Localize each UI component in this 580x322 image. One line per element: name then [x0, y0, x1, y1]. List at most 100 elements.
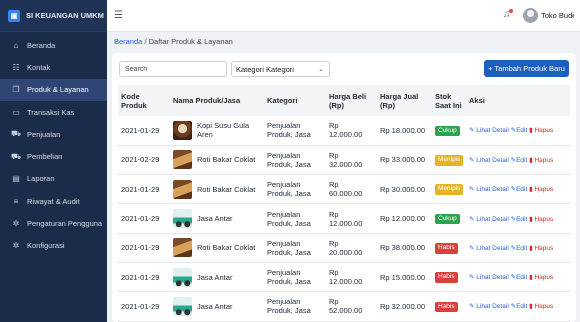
edit-link[interactable]: ✎Edit	[511, 127, 528, 134]
edit-label: Edit	[516, 274, 528, 282]
delete-link[interactable]: ▮ Hapus	[529, 303, 553, 310]
edit-link[interactable]: ✎Edit	[511, 216, 528, 223]
selling-price: Rp 12.000.00	[377, 203, 432, 234]
stock-badge: Menipis	[435, 184, 464, 195]
column-header: Stok Saat Ini	[432, 85, 466, 116]
delete-link[interactable]: ▮ Hapus	[529, 216, 553, 223]
product-name-cell: Jasa Antar	[170, 291, 264, 322]
edit-link[interactable]: ✎Edit	[511, 245, 528, 252]
user-name[interactable]: Toko Budi	[541, 11, 574, 20]
product-name-cell: Roti Bakar Coklat	[170, 174, 264, 205]
view-detail-link[interactable]: ✎ Lihat Detail	[469, 186, 509, 193]
view-detail-label: Lihat Detail	[476, 127, 509, 135]
delete-label: Hapus	[534, 274, 554, 282]
edit-link[interactable]: ✎Edit	[511, 157, 528, 164]
product-name-cell: Jasa Antar	[170, 203, 264, 234]
product-code: 2021-02-29	[118, 145, 170, 176]
product-name: Kopi Susu Gula Aren	[197, 121, 250, 140]
add-product-button[interactable]: + Tambah Produk Baru	[484, 60, 569, 77]
avatar[interactable]	[523, 8, 538, 23]
view-detail-label: Lihat Detail	[476, 244, 509, 252]
view-detail-link[interactable]: ✎ Lihat Detail	[469, 127, 509, 134]
purchase-price: Rp 12.000.00	[326, 262, 377, 293]
view-detail-link[interactable]: ✎ Lihat Detail	[469, 303, 509, 310]
search-input[interactable]	[119, 61, 227, 77]
product-category: Penjualan Produk, Jasa	[264, 203, 326, 234]
notification-dot	[508, 9, 513, 13]
column-header: Harga Beli (Rp)	[326, 85, 377, 116]
category-select-value: Kategori Kategori	[236, 65, 294, 74]
product-name: Roti Bakar Coklat	[197, 243, 256, 253]
actions-cell: ✎ Lihat Detail ✎Edit ▮ Hapus	[466, 233, 570, 263]
table-header-row: Kode Produk Nama Produk/Jasa Kategori Harga…	[118, 85, 570, 116]
selling-price: Rp 15.000.00	[377, 262, 432, 293]
product-thumbnail	[173, 150, 192, 170]
edit-link[interactable]: ✎Edit	[511, 274, 528, 281]
sidebar-item-pengaturan-pengguna[interactable]: ✲ Pengaturan Pengguna	[0, 212, 107, 234]
product-code: 2021-01-29	[118, 203, 170, 234]
delete-label: Hapus	[534, 127, 554, 135]
edit-label: Edit	[516, 303, 528, 311]
table-row: 2021-02-29 Roti Bakar Coklat Penjualan Pro…	[118, 145, 570, 176]
product-card: Kategori Kategori ⌄ + Tambah Produk Baru…	[112, 53, 576, 322]
delete-link[interactable]: ▮ Hapus	[529, 274, 553, 281]
stock-badge: Menipis	[435, 155, 464, 166]
breadcrumb-home[interactable]: Beranda	[114, 37, 142, 46]
box-icon: ❒	[12, 85, 20, 95]
edit-label: Edit	[516, 127, 528, 135]
chevron-down-icon: ⌄	[318, 66, 324, 73]
product-code: 2021-01-29	[118, 262, 170, 293]
sidebar-item-riwayat-audit[interactable]: ≡ Riwayat & Audit	[0, 190, 107, 212]
actions-cell: ✎ Lihat Detail ✎Edit ▮ Hapus	[466, 203, 570, 234]
sidebar-item-pembelian[interactable]: ⛟ Pembelian	[0, 145, 107, 167]
sidebar-item-kontak[interactable]: ☷ Kontak	[0, 56, 107, 78]
sidebar-item-konfigurasi[interactable]: ✲ Konfigurasi	[0, 235, 107, 257]
sidebar-item-penjualan[interactable]: ⛟ Penjualan	[0, 123, 107, 145]
hamburger-menu-icon[interactable]: ☰	[114, 10, 123, 21]
sidebar-item-label: Produk & Layanan	[27, 85, 89, 95]
product-thumbnail	[173, 120, 192, 140]
stock-cell: Cukup	[432, 203, 466, 234]
actions-cell: ✎ Lihat Detail ✎Edit ▮ Hapus	[466, 262, 570, 293]
sidebar-item-transaksi-kas[interactable]: ▭ Transaksi Kas	[0, 101, 107, 123]
sidebar-item-beranda[interactable]: ⌂ Beranda	[0, 34, 107, 56]
column-header: Kode Produk	[118, 85, 170, 116]
edit-link[interactable]: ✎Edit	[511, 186, 528, 193]
product-table: Kode Produk Nama Produk/Jasa Kategori Harga…	[118, 85, 570, 322]
delete-link[interactable]: ▮ Hapus	[529, 127, 553, 134]
edit-link[interactable]: ✎Edit	[511, 303, 528, 310]
stock-cell: Habis	[432, 291, 466, 322]
view-detail-link[interactable]: ✎ Lihat Detail	[469, 274, 509, 281]
view-detail-link[interactable]: ✎ Lihat Detail	[469, 245, 509, 252]
column-header: Aksi	[466, 85, 570, 116]
view-detail-link[interactable]: ✎ Lihat Detail	[469, 216, 509, 223]
column-header: Kategori	[264, 85, 326, 116]
product-thumbnail	[173, 238, 192, 258]
delete-link[interactable]: ▮ Hapus	[529, 157, 553, 164]
delete-link[interactable]: ▮ Hapus	[529, 186, 553, 193]
selling-price: Rp 33.000.00	[377, 145, 432, 176]
product-thumbnail	[173, 209, 192, 229]
app-brand[interactable]: ▣ SI KEUANGAN UMKM	[0, 0, 107, 32]
sidebar-item-laporan[interactable]: ▤ Laporan	[0, 168, 107, 190]
gear-icon: ✲	[12, 219, 20, 229]
chevron-down-icon[interactable]: ⌄	[570, 11, 576, 19]
category-select[interactable]: Kategori Kategori ⌄	[231, 61, 330, 77]
sidebar-item-label: Transaksi Kas	[27, 107, 75, 117]
sidebar-item-produk-layanan[interactable]: ❒ Produk & Layanan	[0, 78, 107, 101]
cart-icon: ⛟	[11, 129, 22, 139]
delete-link[interactable]: ▮ Hapus	[529, 245, 553, 252]
product-thumbnail	[173, 179, 192, 199]
view-detail-link[interactable]: ✎ Lihat Detail	[469, 157, 509, 164]
sidebar-nav: ⌂ Beranda ☷ Kontak ❒ Produk & Layanan ▭ Transak…	[0, 34, 107, 257]
sidebar-item-label: Riwayat & Audit	[27, 196, 80, 206]
stock-badge: Cukup	[435, 125, 460, 137]
table-row: 2021-01-29 Kopi Susu Gula Aren Penjualan P…	[118, 116, 570, 146]
product-name-cell: Jasa Antar	[170, 262, 264, 293]
sidebar-item-label: Konfigurasi	[27, 241, 65, 251]
stock-badge: Cukup	[435, 213, 460, 225]
stock-badge: Habis	[435, 272, 458, 283]
delete-label: Hapus	[534, 186, 554, 194]
bell-icon[interactable]: ♫	[503, 9, 513, 20]
purchase-price: Rp 12.000.00	[326, 203, 377, 234]
